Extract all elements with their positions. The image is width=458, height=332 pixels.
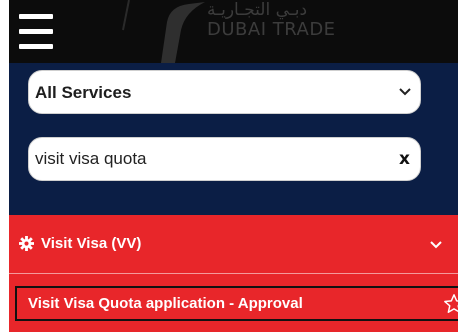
chevron-down-icon (399, 88, 411, 96)
logo-arabic-text: دبـي التجـاريـة (207, 0, 308, 20)
search-input[interactable] (35, 145, 365, 173)
search-field[interactable]: x (28, 137, 421, 181)
logo-text: DUBAI TRADE (207, 19, 336, 40)
hamburger-bar (19, 14, 53, 19)
gear-icon (19, 236, 34, 251)
hamburger-menu-icon[interactable] (19, 14, 53, 50)
top-header: دبـي التجـاريـة DUBAI TRADE (9, 0, 458, 63)
services-select-value: All Services (35, 83, 132, 102)
chevron-down-icon (430, 241, 442, 249)
divider (9, 273, 458, 274)
service-item-label: Visit Visa Quota application - Approval (28, 295, 303, 312)
results-panel: Visit Visa (VV) Visit Visa Quota applica… (9, 215, 458, 332)
search-panel: All Services x (9, 63, 458, 215)
hamburger-bar (19, 44, 53, 49)
clear-search-button[interactable]: x (399, 149, 410, 169)
services-select[interactable]: All Services (28, 70, 421, 114)
category-visit-visa[interactable]: Visit Visa (VV) (9, 215, 458, 273)
category-label: Visit Visa (VV) (41, 235, 142, 252)
hamburger-bar (19, 29, 53, 34)
service-item-visit-visa-quota[interactable]: Visit Visa Quota application - Approval (15, 286, 458, 321)
dubai-trade-logo-icon (122, 0, 205, 63)
star-favorite-icon[interactable] (443, 293, 458, 315)
